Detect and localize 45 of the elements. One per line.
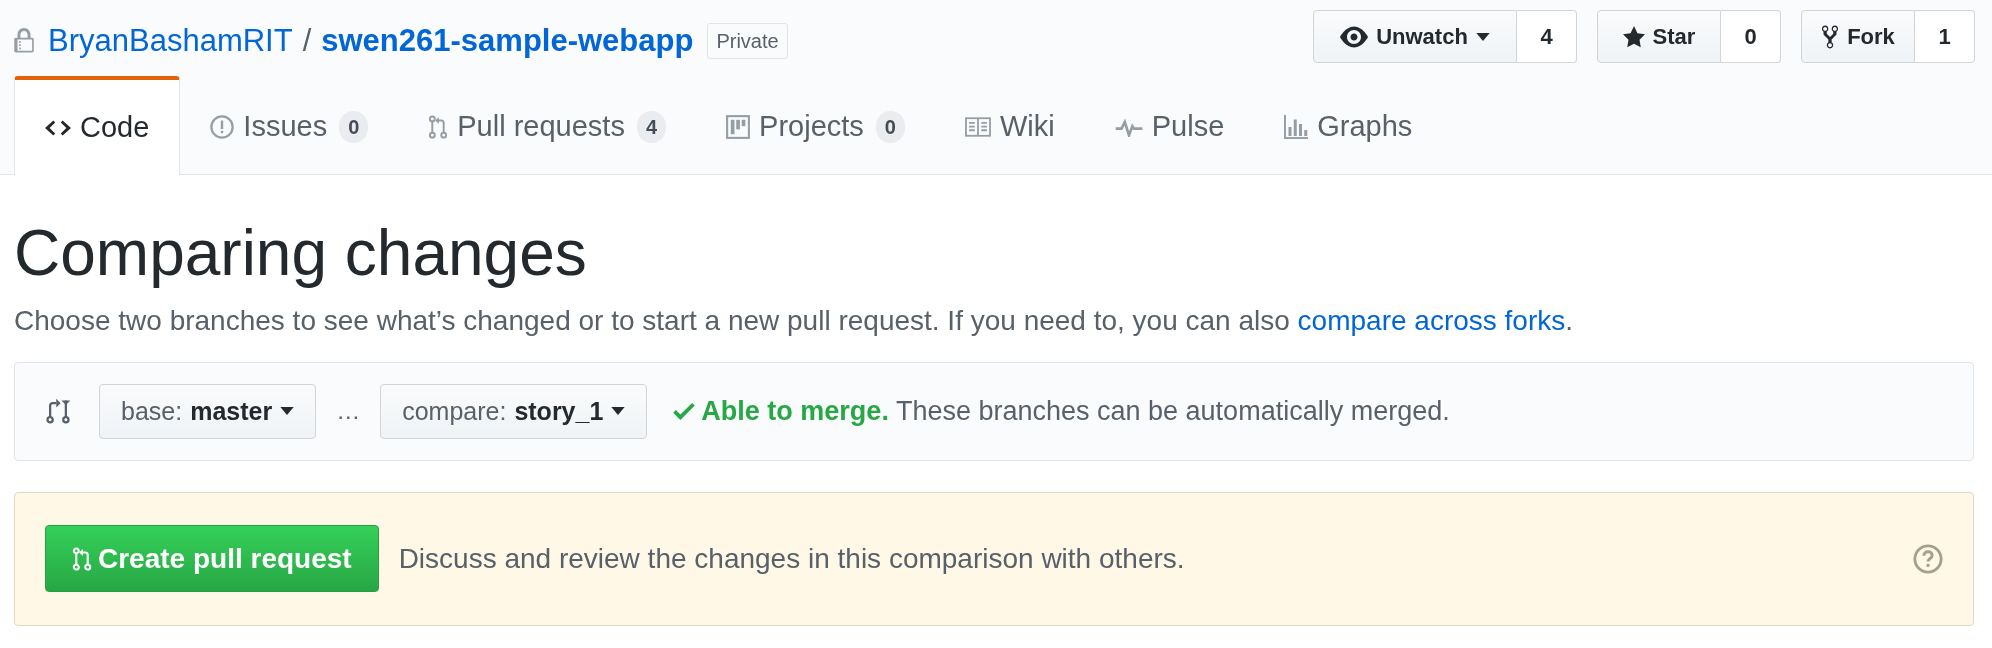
nav-tab[interactable]: Code: [14, 76, 181, 175]
compare-arrows-icon: [45, 397, 71, 426]
caret-icon: [1475, 32, 1490, 41]
count-link[interactable]: 1: [1915, 10, 1975, 63]
nav-tab[interactable]: Graphs: [1254, 76, 1443, 174]
branch-select-button[interactable]: base: master: [99, 383, 317, 439]
path-separator: /: [302, 22, 312, 60]
counter: 4: [636, 111, 667, 143]
check-icon: [673, 402, 696, 421]
book-icon: [964, 117, 991, 137]
owner-link[interactable]: BryanBashamRIT: [48, 18, 293, 65]
nav-tab[interactable]: Pull requests 4: [398, 76, 697, 174]
caret-icon: [611, 407, 626, 416]
count-link[interactable]: 0: [1721, 10, 1781, 63]
branch-select-button[interactable]: compare: story_1: [380, 383, 648, 439]
pulse-icon: [1114, 117, 1143, 137]
range-dots: …: [336, 396, 361, 427]
count-link[interactable]: 4: [1517, 10, 1577, 63]
eye-icon: [1340, 25, 1369, 48]
nav-tab[interactable]: Pulse: [1084, 76, 1255, 174]
pull-request-icon: [428, 114, 449, 140]
create-pr-hint: Discuss and review the changes in this comparison with others.: [398, 541, 1185, 576]
repo-name-link[interactable]: swen261-sample-webapp: [321, 18, 694, 65]
bar-graph-icon: [1284, 115, 1309, 139]
star-button[interactable]: Star: [1597, 10, 1721, 63]
page-heading: Comparing changes: [14, 216, 588, 291]
lock-icon: [14, 28, 34, 55]
fork-icon: [1821, 23, 1840, 50]
nav-tab[interactable]: Issues 0: [180, 76, 399, 174]
star-icon: [1622, 25, 1645, 48]
counter: 0: [339, 111, 369, 143]
fork-button[interactable]: Fork: [1801, 10, 1915, 63]
merge-status-text: Able to merge. These branches can be automatically merged.: [701, 395, 1450, 429]
counter: 0: [875, 111, 905, 143]
caret-icon: [280, 407, 295, 416]
board-icon: [726, 115, 751, 139]
compare-forks-link[interactable]: compare across forks: [1297, 304, 1566, 336]
watch-button[interactable]: Unwatch: [1313, 10, 1517, 63]
private-label: Private: [707, 23, 788, 60]
exclamation-circle-icon: [210, 115, 235, 139]
nav-tab[interactable]: Wiki: [934, 76, 1085, 174]
help-icon[interactable]: [1913, 543, 1943, 574]
pull-request-icon: [72, 545, 92, 572]
description-text: Choose two branches to see what’s changed or to start a new pull request. If you need to, you can also compare across forks.: [14, 303, 1575, 338]
nav-tab[interactable]: Projects 0: [696, 76, 935, 174]
